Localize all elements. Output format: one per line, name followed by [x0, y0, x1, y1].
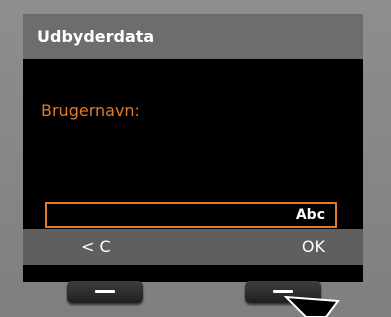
- username-label: Brugernavn:: [41, 101, 140, 120]
- screen-title: Udbyderdata: [23, 14, 363, 59]
- username-input[interactable]: Abc: [45, 202, 337, 228]
- handset-body: Udbyderdata Brugernavn: Abc < C OK: [0, 0, 391, 317]
- softkey-bar: < C OK: [23, 229, 363, 265]
- pointer-arrow-icon: [284, 295, 340, 317]
- display-screen: Udbyderdata Brugernavn: Abc < C OK: [23, 14, 363, 282]
- input-mode-indicator: Abc: [295, 207, 325, 223]
- softkey-left-label: < C: [81, 237, 111, 256]
- softkey-left-icon: [95, 290, 115, 293]
- softkey-right-label: OK: [301, 237, 325, 256]
- softkey-right-icon: [273, 290, 293, 293]
- softkey-left-button[interactable]: [67, 281, 143, 303]
